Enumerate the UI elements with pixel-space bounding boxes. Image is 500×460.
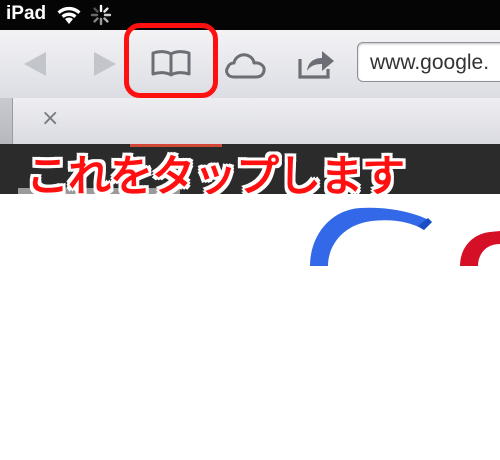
browser-tab[interactable]: ×	[12, 98, 500, 144]
address-bar-input[interactable]: www.google.	[357, 42, 500, 82]
browser-toolbar: www.google.	[0, 30, 500, 99]
google-logo	[310, 207, 500, 266]
loading-spinner-icon	[90, 4, 112, 26]
tab-bar: ×	[0, 98, 500, 144]
highlight-box	[124, 23, 218, 98]
share-icon[interactable]	[296, 47, 336, 81]
back-arrow-icon[interactable]	[22, 50, 48, 78]
wifi-icon	[57, 6, 81, 24]
forward-arrow-icon[interactable]	[92, 50, 118, 78]
close-tab-button[interactable]: ×	[41, 106, 59, 131]
carrier-label: iPad	[6, 3, 47, 24]
cloud-icon[interactable]	[222, 50, 268, 80]
status-bar: iPad	[0, 0, 500, 30]
